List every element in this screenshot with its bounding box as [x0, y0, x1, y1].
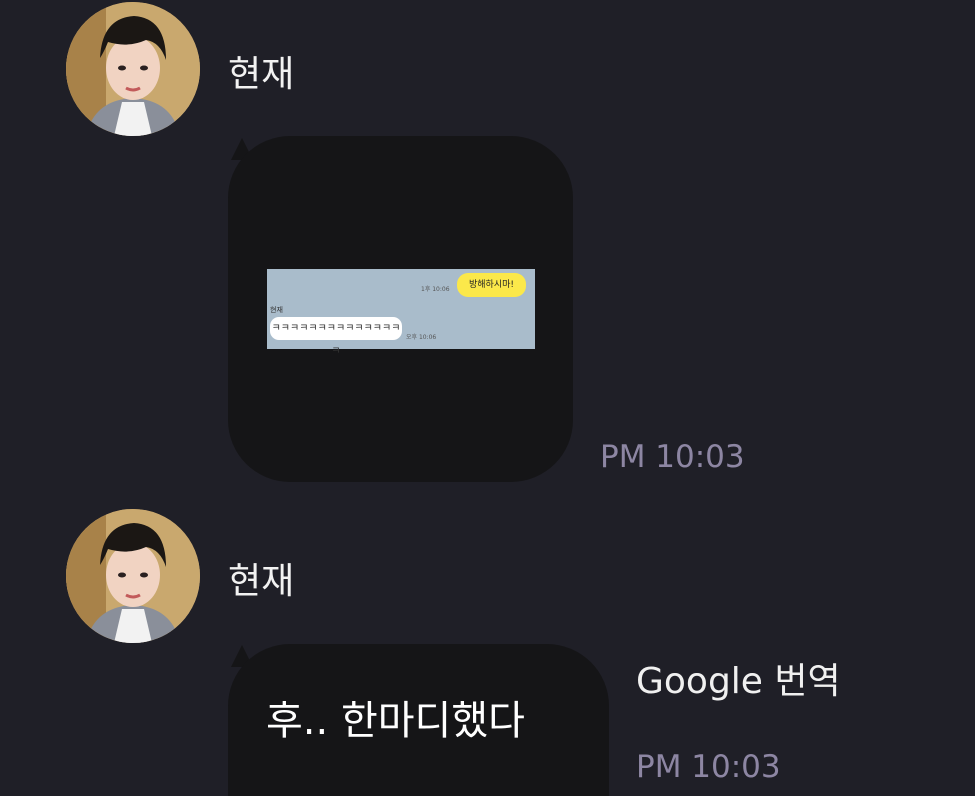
message-time: PM 10:03: [600, 439, 745, 475]
message-bubble[interactable]: 1후 10:06 방해하시마! 현재 ㅋㅋㅋㅋㅋㅋㅋㅋㅋㅋㅋㅋㅋㅋㅋ 오후 10…: [228, 136, 573, 482]
message-time: PM 10:03: [636, 749, 781, 785]
image-sent-bubble: 방해하시마!: [457, 273, 526, 297]
avatar[interactable]: [66, 2, 200, 136]
google-translate-link[interactable]: Google 번역: [636, 662, 841, 702]
avatar[interactable]: [66, 509, 200, 643]
avatar-photo: [66, 2, 200, 136]
image-attachment[interactable]: 1후 10:06 방해하시마! 현재 ㅋㅋㅋㅋㅋㅋㅋㅋㅋㅋㅋㅋㅋㅋㅋ 오후 10…: [267, 269, 535, 357]
message-text: 후.. 한마디했다: [266, 698, 525, 744]
message-bubble[interactable]: 후.. 한마디했다: [228, 644, 609, 796]
image-sent-time: 1후 10:06: [421, 286, 450, 293]
image-reply-sender: 현재: [270, 306, 283, 314]
sender-name: 현재: [228, 54, 295, 95]
avatar-photo: [66, 509, 200, 643]
image-reply-bubble: ㅋㅋㅋㅋㅋㅋㅋㅋㅋㅋㅋㅋㅋㅋㅋ: [270, 317, 402, 357]
image-reply-time: 오후 10:06: [406, 334, 437, 341]
sender-name: 현재: [228, 561, 295, 602]
